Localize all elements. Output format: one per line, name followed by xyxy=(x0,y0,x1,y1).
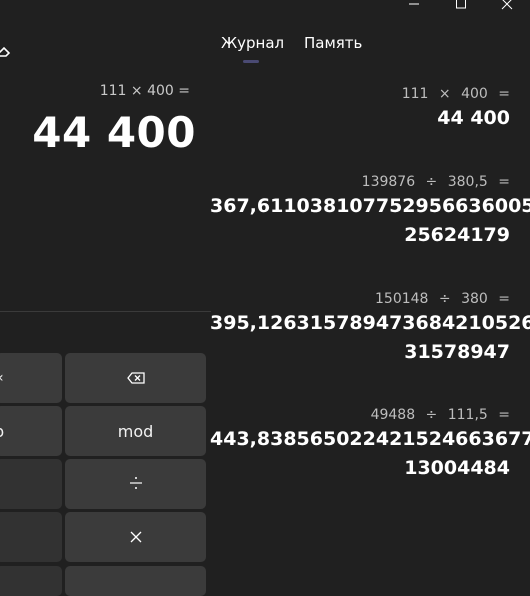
history-result: 367,611038107752956636005 25624179 xyxy=(210,195,530,246)
history-expression: 139876 ÷ 380,5 = xyxy=(361,174,510,190)
result-display: 44 400 xyxy=(32,108,196,157)
backspace-button[interactable] xyxy=(65,353,206,403)
history-result: 44 400 xyxy=(437,107,510,129)
multiply-icon xyxy=(130,528,142,547)
history-expression: 49488 ÷ 111,5 = xyxy=(370,407,510,423)
history-entry[interactable]: 150148 ÷ 380 = 395,126315789473684210526… xyxy=(210,289,530,367)
key-partial-6[interactable] xyxy=(65,566,206,596)
key-partial[interactable]: ‹ xyxy=(0,353,62,403)
close-button[interactable] xyxy=(484,0,530,14)
divide-button[interactable] xyxy=(65,459,206,509)
divider xyxy=(0,311,211,312)
maximize-button[interactable] xyxy=(438,0,484,14)
divide-icon xyxy=(129,475,143,494)
tab-indicator xyxy=(243,60,259,63)
history-icon[interactable] xyxy=(0,40,14,60)
history-result: 395,126315789473684210526 31578947 xyxy=(210,312,530,363)
history-entry[interactable]: 111 × 400 = 44 400 xyxy=(210,84,510,133)
calculator-pane: 111 × 400 = 44 400 ‹ p mod xyxy=(0,0,212,596)
expression-display: 111 × 400 = xyxy=(99,83,190,99)
minimize-button[interactable] xyxy=(391,0,437,14)
history-expression: 111 × 400 = xyxy=(401,86,510,102)
history-entry[interactable]: 49488 ÷ 111,5 = 443,83856502242152466367… xyxy=(210,405,530,483)
history-expression: 150148 ÷ 380 = xyxy=(375,291,510,307)
tab-history[interactable]: Журнал xyxy=(221,34,284,52)
mod-button[interactable]: mod xyxy=(65,406,206,456)
history-entry[interactable]: 139876 ÷ 380,5 = 367,6110381077529566360… xyxy=(210,172,530,250)
backspace-icon xyxy=(126,369,145,388)
tab-memory[interactable]: Память xyxy=(304,34,362,52)
multiply-button[interactable] xyxy=(65,512,206,562)
history-result: 443,838565022421524663677 13004484 xyxy=(210,428,530,479)
key-partial-exp[interactable]: p xyxy=(0,406,62,456)
key-partial-3[interactable] xyxy=(0,459,62,509)
key-partial-5[interactable] xyxy=(0,566,62,596)
key-partial-4[interactable] xyxy=(0,512,62,562)
